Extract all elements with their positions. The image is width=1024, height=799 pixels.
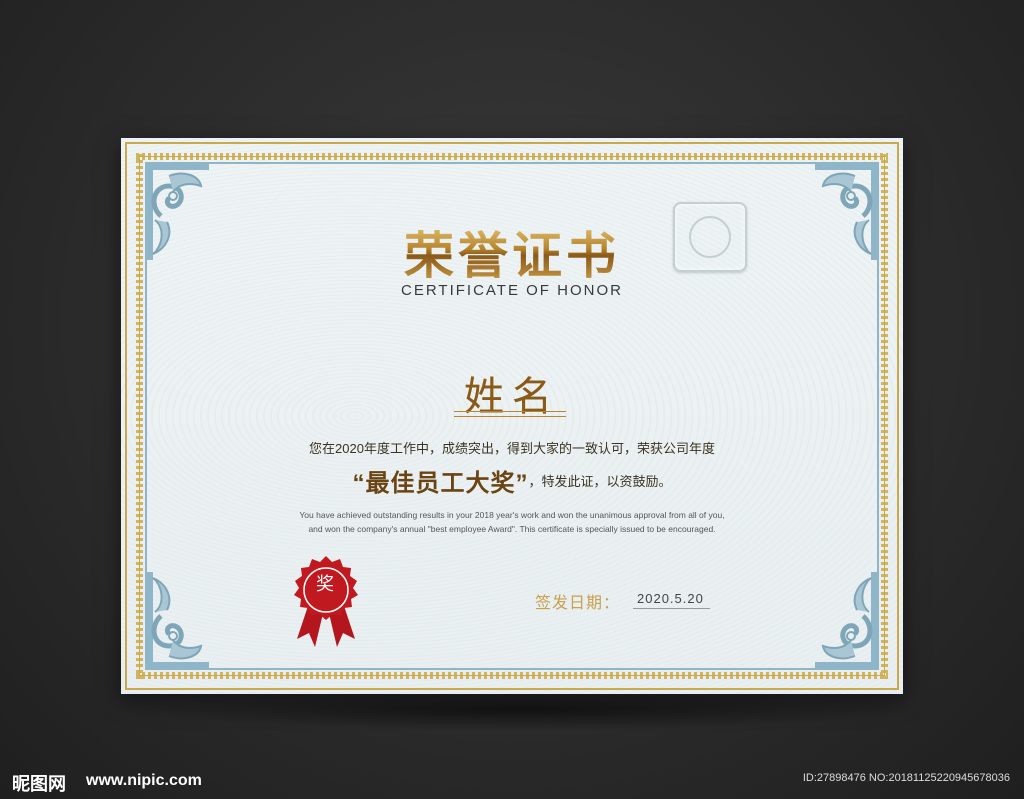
body-text-en: You have achieved outstanding results in… — [121, 508, 903, 536]
corner-ornament-icon — [815, 572, 877, 668]
award-suffix: ，特发此证，以资鼓励。 — [528, 474, 672, 489]
body-text-en-line1: You have achieved outstanding results in… — [299, 510, 725, 520]
award-name: “最佳员工大奖” — [352, 470, 529, 497]
body-text-cn: 您在2020年度工作中，成绩突出，得到大家的一致认可，荣获公司年度 — [309, 441, 715, 456]
award-rosette-icon — [294, 556, 358, 647]
certificate: 荣誉证书 CERTIFICATE OF HONOR 姓名 您在2020年度工作中… — [121, 138, 903, 694]
corner-ornament-icon — [147, 572, 209, 668]
certificate-subtitle: CERTIFICATE OF HONOR — [401, 282, 623, 299]
certificate-title: 荣誉证书 — [121, 216, 903, 288]
award-line: “最佳员工大奖”，特发此证，以资鼓励。 — [121, 463, 903, 498]
seal-label: 奖 — [316, 574, 334, 595]
certificate-shadow — [130, 690, 910, 730]
site-logo: 昵图网 — [12, 774, 66, 795]
name-underline — [454, 411, 566, 417]
site-url: www.nipic.com — [86, 772, 202, 789]
issue-date-value: 2020.5.20 — [633, 591, 710, 609]
image-id: ID:27898476 NO:20181125220945678036 — [802, 772, 1010, 784]
body-text-en-line2: and won the company's annual "best emplo… — [308, 524, 716, 534]
issue-date-label: 签发日期： — [535, 595, 621, 612]
